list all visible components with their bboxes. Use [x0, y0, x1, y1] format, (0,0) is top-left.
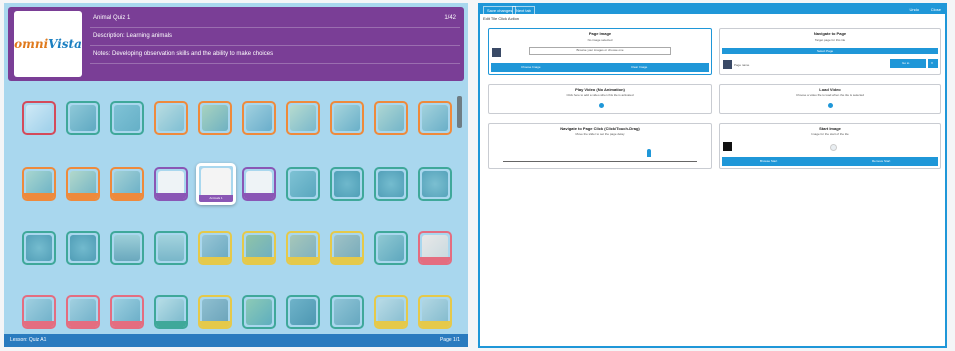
tile[interactable]	[66, 231, 100, 265]
browse-start-button[interactable]: Browse Start	[760, 157, 777, 166]
tile[interactable]	[22, 101, 56, 135]
tile[interactable]	[22, 167, 56, 201]
image-thumbnail	[492, 48, 501, 57]
editor-subtitle: Edit Tile Click Action	[483, 16, 520, 21]
card-title: Navigate to Page	[813, 31, 847, 36]
card-text: Target page for this tile	[814, 38, 846, 42]
quiz-description: Description: Learning animals	[90, 28, 460, 46]
tile[interactable]	[66, 101, 100, 135]
tile[interactable]	[374, 167, 408, 201]
clear-x-button[interactable]: X	[928, 59, 938, 68]
page-name-label: Page name	[734, 63, 750, 67]
tile[interactable]	[330, 295, 364, 329]
tile[interactable]	[418, 167, 452, 201]
card-title: Play Video (No Animation)	[575, 87, 625, 92]
card-title: Start Image	[819, 126, 841, 131]
tile[interactable]	[374, 295, 408, 329]
preview-footer: Lesson: Quiz A1 Page 1/1	[4, 334, 468, 347]
load-video-toggle[interactable]	[828, 103, 833, 108]
remove-start-button[interactable]: Remove Start	[872, 157, 890, 166]
next-tab-button[interactable]: Next tab	[512, 6, 535, 15]
go-to-button[interactable]: Go to	[890, 59, 926, 68]
quiz-title-row: Animal Quiz 1 1/42	[90, 10, 460, 28]
tile[interactable]	[154, 295, 188, 329]
tile[interactable]	[418, 295, 452, 329]
undo-button[interactable]: Undo	[909, 6, 919, 13]
clear-image-button[interactable]: Clear Image	[631, 63, 647, 72]
slider-handle[interactable]	[647, 149, 651, 157]
card-title: Page Image	[588, 31, 612, 36]
tile[interactable]	[198, 101, 232, 135]
tile-row	[22, 101, 462, 151]
quiz-notes: Notes: Developing observation skills and…	[90, 46, 460, 64]
page-image-card: Page Image No image selected Browse your…	[488, 28, 712, 75]
card-text: Click here to add a video when this tile…	[566, 93, 634, 97]
footer-lesson: Lesson: Quiz A1	[10, 337, 47, 343]
tile[interactable]	[66, 295, 100, 329]
editor-topbar: Save changes Next tab Undo Close	[480, 5, 945, 15]
tile[interactable]	[330, 101, 364, 135]
card-text: No image selected	[587, 38, 613, 42]
tile[interactable]	[418, 101, 452, 135]
tile[interactable]	[22, 231, 56, 265]
tile[interactable]	[66, 167, 100, 201]
quiz-header: omniVista Animal Quiz 1 1/42 Description…	[8, 7, 464, 81]
navigate-card: Navigate to Page Target page for this ti…	[719, 28, 941, 75]
tile-editor-panel: Save changes Next tab Undo Close Edit Ti…	[478, 3, 947, 348]
load-video-card: Load Video Choose a video file to load w…	[719, 84, 941, 114]
start-image-actions: Browse Start Remove Start	[722, 157, 938, 166]
tile-selected[interactable]: Animals 1	[196, 163, 236, 205]
tile[interactable]	[198, 231, 232, 265]
card-text: Browse your images or choose one	[576, 48, 624, 52]
tile[interactable]	[154, 231, 188, 265]
page-image-actions: Choose Image Clear Image	[491, 63, 709, 72]
tile[interactable]	[110, 295, 144, 329]
tile[interactable]	[286, 167, 320, 201]
card-text: Move the slider to set the page delay	[575, 132, 625, 136]
tile-caption: Animals 1	[199, 195, 233, 202]
tile[interactable]	[286, 231, 320, 265]
tile[interactable]	[286, 295, 320, 329]
play-video-toggle[interactable]	[599, 103, 604, 108]
card-title: Load Video	[819, 87, 841, 92]
tile-row: Animals 1	[22, 163, 462, 217]
tile[interactable]	[242, 101, 276, 135]
play-video-card: Play Video (No Animation) Click here to …	[488, 84, 712, 114]
tile[interactable]	[154, 101, 188, 135]
tile[interactable]	[154, 167, 188, 201]
tile[interactable]	[242, 231, 276, 265]
tile[interactable]	[22, 295, 56, 329]
tile[interactable]	[110, 231, 144, 265]
tile[interactable]	[110, 101, 144, 135]
tile[interactable]	[418, 231, 452, 265]
slider-track[interactable]	[503, 161, 697, 162]
tile[interactable]	[242, 295, 276, 329]
card-text: Image for the start of the tile	[811, 132, 849, 136]
omnivista-logo: omniVista	[14, 11, 82, 77]
start-image-thumbnail	[723, 142, 732, 151]
tile-row	[22, 231, 462, 281]
card-title: Navigate to Page Click (Click/Touch-Drag…	[560, 126, 640, 131]
navigate-slider-card: Navigate to Page Click (Click/Touch-Drag…	[488, 123, 712, 169]
tile[interactable]	[374, 101, 408, 135]
page-thumbnail	[723, 60, 732, 69]
footer-page: Page 1/1	[439, 337, 460, 343]
start-image-card: Start Image Image for the start of the t…	[719, 123, 941, 169]
close-button[interactable]: Close	[931, 6, 941, 13]
tile[interactable]	[374, 231, 408, 265]
start-image-toggle[interactable]	[830, 144, 837, 151]
quiz-title: Animal Quiz 1	[93, 15, 131, 21]
tile[interactable]	[198, 295, 232, 329]
tile[interactable]	[330, 167, 364, 201]
card-text: Choose a video file to load when the til…	[795, 93, 865, 97]
choose-image-button[interactable]: Choose Image	[521, 63, 541, 72]
tile[interactable]	[330, 231, 364, 265]
quiz-preview-panel: omniVista Animal Quiz 1 1/42 Description…	[4, 3, 468, 347]
quiz-info: Animal Quiz 1 1/42 Description: Learning…	[90, 10, 460, 78]
tile[interactable]	[286, 101, 320, 135]
quiz-counter: 1/42	[444, 15, 456, 21]
tile[interactable]	[242, 167, 276, 201]
tile[interactable]	[110, 167, 144, 201]
select-page-bar[interactable]: Select Page	[722, 48, 938, 54]
